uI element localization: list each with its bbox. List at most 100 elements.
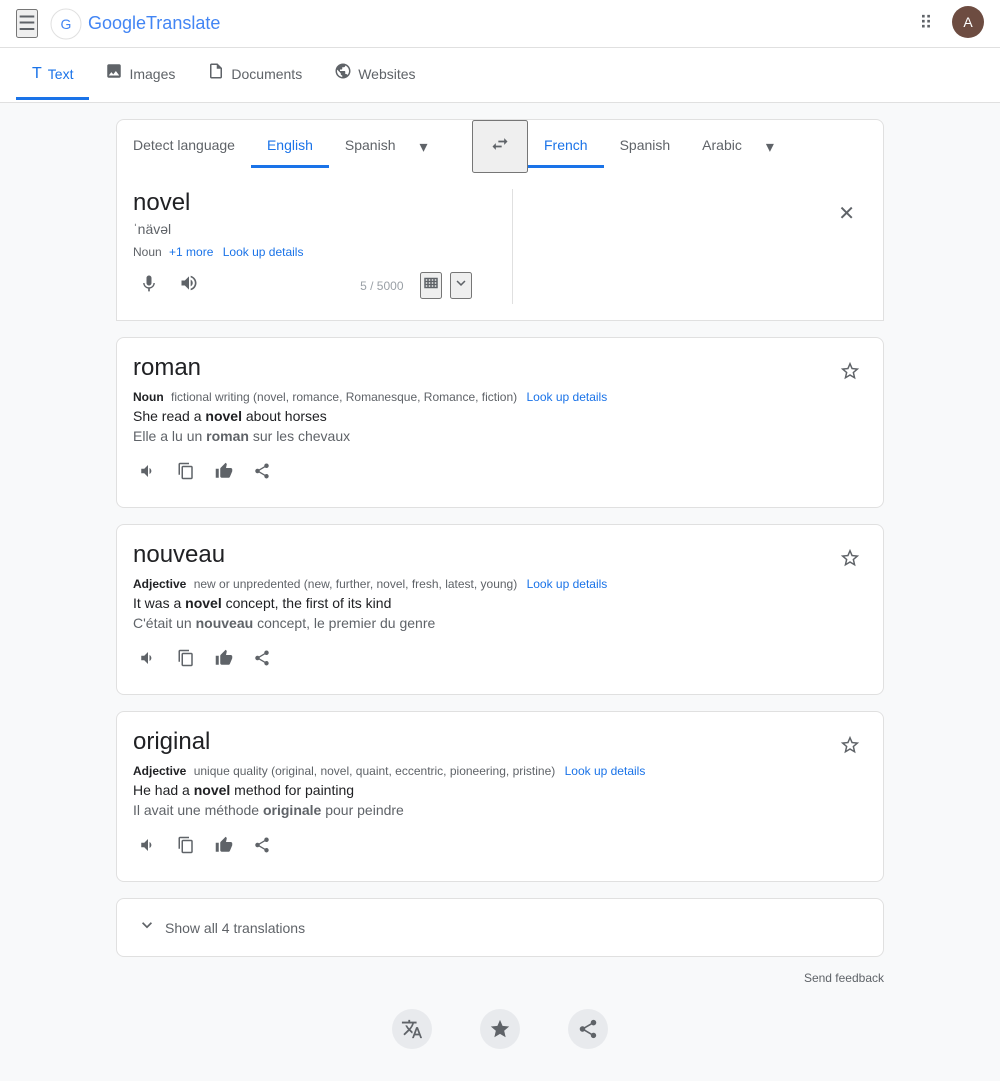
header: ☰ G GoogleTranslate ⠿ A <box>0 0 1000 48</box>
result-example-en-1-original: He had a <box>133 782 194 798</box>
result-example-en-roman: She read a novel about horses <box>133 408 825 424</box>
listen-result-roman[interactable] <box>133 456 163 491</box>
source-lang-selector: Detect language English Spanish ▾ <box>117 125 472 169</box>
tab-websites-label: Websites <box>358 66 415 82</box>
save-nouveau[interactable] <box>833 541 867 580</box>
source-lang-more[interactable]: ▾ <box>411 125 435 169</box>
result-example-en-2-roman: about horses <box>242 408 327 424</box>
result-example-en-1-nouveau: It was a <box>133 595 185 611</box>
websites-icon <box>334 62 352 85</box>
menu-button[interactable]: ☰ <box>16 9 38 38</box>
target-lang-selector: French Spanish Arabic ▾ <box>528 125 883 169</box>
share-icon <box>568 1009 608 1049</box>
svg-text:G: G <box>60 16 71 32</box>
lookup-details-link-input[interactable]: Look up details <box>223 245 304 259</box>
main-content: Detect language English Spanish ▾ French… <box>100 103 900 1081</box>
header-actions: ⠿ A <box>908 6 984 42</box>
images-icon <box>105 62 123 85</box>
thumbsup-roman[interactable] <box>209 456 239 491</box>
tab-websites[interactable]: Websites <box>318 48 431 102</box>
char-count: 5 / 5000 <box>360 279 403 293</box>
thumbsup-original[interactable] <box>209 830 239 865</box>
show-all-row[interactable]: Show all 4 translations <box>116 898 884 957</box>
listen-input-button[interactable] <box>133 267 165 304</box>
lookup-details-link-nouveau[interactable]: Look up details <box>527 577 608 591</box>
bottom-bar <box>116 985 884 1065</box>
listen-result-nouveau[interactable] <box>133 643 163 678</box>
detect-language-btn[interactable]: Detect language <box>117 125 251 168</box>
grid-view-button[interactable] <box>420 272 442 299</box>
save-original[interactable] <box>833 728 867 767</box>
result-controls-roman <box>133 456 825 491</box>
result-example-fr-2-original: pour peindre <box>321 802 404 818</box>
result-card-roman: roman Noun fictional writing (novel, rom… <box>116 337 884 508</box>
show-all-label: Show all 4 translations <box>165 920 305 936</box>
avatar[interactable]: A <box>952 6 984 38</box>
logo: G GoogleTranslate <box>50 8 220 40</box>
tab-bar: T Text Images Documents Websites <box>0 48 1000 103</box>
logo-text: GoogleTranslate <box>88 13 220 34</box>
apps-button[interactable]: ⠿ <box>908 6 944 42</box>
copy-roman[interactable] <box>171 456 201 491</box>
tab-images[interactable]: Images <box>89 48 191 102</box>
english-source-btn[interactable]: English <box>251 125 329 168</box>
copy-nouveau[interactable] <box>171 643 201 678</box>
result-type-roman: Noun fictional writing (novel, romance, … <box>133 390 825 404</box>
expand-button[interactable] <box>450 272 472 299</box>
result-type-label-nouveau: Adjective <box>133 577 186 591</box>
send-feedback-link[interactable]: Send feedback <box>804 971 884 985</box>
share-roman[interactable] <box>247 456 277 491</box>
result-example-fr-bold-nouveau: nouveau <box>196 615 254 631</box>
target-lang-more[interactable]: ▾ <box>758 125 782 169</box>
bottom-save-btn[interactable] <box>480 1009 520 1049</box>
tab-text[interactable]: T Text <box>16 51 89 100</box>
input-text[interactable]: novel <box>133 189 472 217</box>
copy-original[interactable] <box>171 830 201 865</box>
tab-documents[interactable]: Documents <box>191 48 318 102</box>
spanish-source-btn[interactable]: Spanish <box>329 125 412 168</box>
bottom-translate-btn[interactable] <box>392 1009 432 1049</box>
volume-input-button[interactable] <box>173 267 205 304</box>
bottom-share-btn[interactable] <box>568 1009 608 1049</box>
result-type-detail-original: unique quality (original, novel, quaint,… <box>194 764 556 778</box>
clear-button[interactable]: ✕ <box>838 201 855 226</box>
result-example-fr-roman: Elle a lu un roman sur les chevaux <box>133 428 825 444</box>
logo-google-part: Google <box>88 13 146 33</box>
lookup-details-link-original[interactable]: Look up details <box>565 764 646 778</box>
result-type-original: Adjective unique quality (original, nove… <box>133 764 825 778</box>
documents-icon <box>207 62 225 85</box>
lookup-details-link-roman[interactable]: Look up details <box>527 390 608 404</box>
results-area: roman Noun fictional writing (novel, rom… <box>116 337 884 985</box>
result-example-fr-1-nouveau: C'était un <box>133 615 196 631</box>
share-original[interactable] <box>247 830 277 865</box>
result-example-en-bold-roman: novel <box>205 408 242 424</box>
result-example-fr-2-nouveau: concept, le premier du genre <box>253 615 435 631</box>
save-roman[interactable] <box>833 354 867 393</box>
thumbsup-nouveau[interactable] <box>209 643 239 678</box>
arabic-target-btn[interactable]: Arabic <box>686 125 758 168</box>
result-type-label-original: Adjective <box>133 764 186 778</box>
input-controls: 5 / 5000 <box>133 267 472 304</box>
listen-result-original[interactable] <box>133 830 163 865</box>
tab-text-label: Text <box>48 66 74 82</box>
result-example-fr-2-roman: sur les chevaux <box>249 428 350 444</box>
input-meta-more[interactable]: +1 more <box>169 245 213 259</box>
show-all-icon <box>137 915 157 940</box>
spanish-target-btn[interactable]: Spanish <box>604 125 687 168</box>
text-icon: T <box>32 65 42 83</box>
result-controls-original <box>133 830 825 865</box>
swap-languages-button[interactable] <box>472 120 528 173</box>
google-logo-icon: G <box>50 8 82 40</box>
french-target-btn[interactable]: French <box>528 125 604 168</box>
result-type-detail-roman: fictional writing (novel, romance, Roman… <box>171 390 517 404</box>
result-example-en-bold-nouveau: novel <box>185 595 222 611</box>
result-example-fr-original: Il avait une méthode originale pour pein… <box>133 802 825 818</box>
result-example-fr-bold-roman: roman <box>206 428 249 444</box>
result-example-en-original: He had a novel method for painting <box>133 782 825 798</box>
result-card-nouveau: nouveau Adjective new or unpredented (ne… <box>116 524 884 695</box>
language-selector: Detect language English Spanish ▾ French… <box>116 119 884 173</box>
result-type-detail-nouveau: new or unpredented (new, further, novel,… <box>194 577 518 591</box>
share-nouveau[interactable] <box>247 643 277 678</box>
result-example-en-1-roman: She read a <box>133 408 205 424</box>
input-meta: Noun +1 more Look up details <box>133 245 472 259</box>
